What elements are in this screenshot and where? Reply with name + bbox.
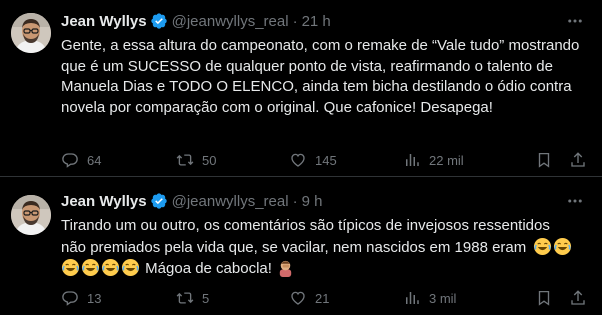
separator-dot: · [292,12,298,30]
laughing-emoji-icon [533,237,552,256]
avatar[interactable] [11,195,51,235]
tweet-text-line: não premiados pela vida que, se vacilar,… [61,237,591,259]
verified-badge-icon[interactable] [150,12,168,30]
repost-button[interactable]: 50 [176,149,216,171]
repost-icon [176,292,194,304]
separator-dot: · [292,192,298,210]
tweet[interactable]: Jean Wyllys @jeanwyllys_real · 21 h Gent… [0,0,602,176]
like-button[interactable]: 21 [289,287,329,309]
tweet-text: Tirando um ou outro, os comentários são … [61,216,591,280]
share-button[interactable] [569,287,595,309]
views-button[interactable]: 22 mil [403,149,464,171]
tweet-header: Jean Wyllys @jeanwyllys_real · 9 h [61,190,591,212]
tweet[interactable]: Jean Wyllys @jeanwyllys_real · 9 h Tiran… [0,177,602,315]
views-icon [406,292,419,304]
tweet-text-line: Mágoa de cabocla! [61,258,591,280]
share-button[interactable] [569,149,595,171]
author-handle[interactable]: @jeanwyllys_real [172,193,289,210]
laughing-emoji-icon [553,237,572,256]
laughing-emoji-icon [61,258,80,277]
tweet-text-line: Tirando um ou outro, os comentários são … [61,217,550,234]
share-icon [571,290,585,305]
repost-count: 50 [202,152,217,168]
views-icon [406,154,419,166]
author-name[interactable]: Jean Wyllys [61,13,147,30]
repost-button[interactable]: 5 [176,287,209,309]
avatar[interactable] [11,13,51,53]
reply-icon [62,153,78,168]
tweet-header: Jean Wyllys @jeanwyllys_real · 21 h [61,10,591,32]
heart-icon [291,291,305,305]
timestamp[interactable]: 9 h [302,193,323,210]
laughing-emoji-icon [121,258,140,277]
verified-badge-icon[interactable] [150,192,168,210]
laughing-emoji-icon [101,258,120,277]
author-handle[interactable]: @jeanwyllys_real [172,13,289,30]
tweet-actions: 64 50 145 22 mil [61,149,591,171]
bookmark-icon [538,290,550,306]
reply-count: 64 [87,152,102,168]
more-options-icon[interactable] [565,10,585,32]
facepalm-emoji-icon [276,258,295,277]
heart-icon [291,153,305,167]
reply-button[interactable]: 13 [61,287,101,309]
timestamp[interactable]: 21 h [302,13,331,30]
reply-button[interactable]: 64 [61,149,101,171]
repost-count: 5 [202,290,210,306]
view-count: 3 mil [429,290,457,306]
bookmark-button[interactable] [535,149,561,171]
views-button[interactable]: 3 mil [403,287,456,309]
share-icon [571,152,585,167]
tweet-content: Jean Wyllys @jeanwyllys_real · 21 h Gent… [61,10,591,118]
author-name[interactable]: Jean Wyllys [61,193,147,210]
like-count: 145 [315,152,337,168]
reply-count: 13 [87,290,102,306]
more-options-icon[interactable] [565,190,585,212]
tweet-text: Gente, a essa altura do campeonato, com … [61,37,584,116]
laughing-emoji-icon [81,258,100,277]
like-button[interactable]: 145 [289,149,337,171]
reply-icon [62,291,78,306]
tweet-actions: 13 5 21 3 mil [61,287,591,309]
timeline-feed: Jean Wyllys @jeanwyllys_real · 21 h Gent… [0,0,602,315]
bookmark-icon [538,152,550,168]
like-count: 21 [315,290,330,306]
tweet-content: Jean Wyllys @jeanwyllys_real · 9 h Tiran… [61,190,591,280]
bookmark-button[interactable] [535,287,561,309]
repost-icon [176,154,194,166]
view-count: 22 mil [429,152,464,168]
